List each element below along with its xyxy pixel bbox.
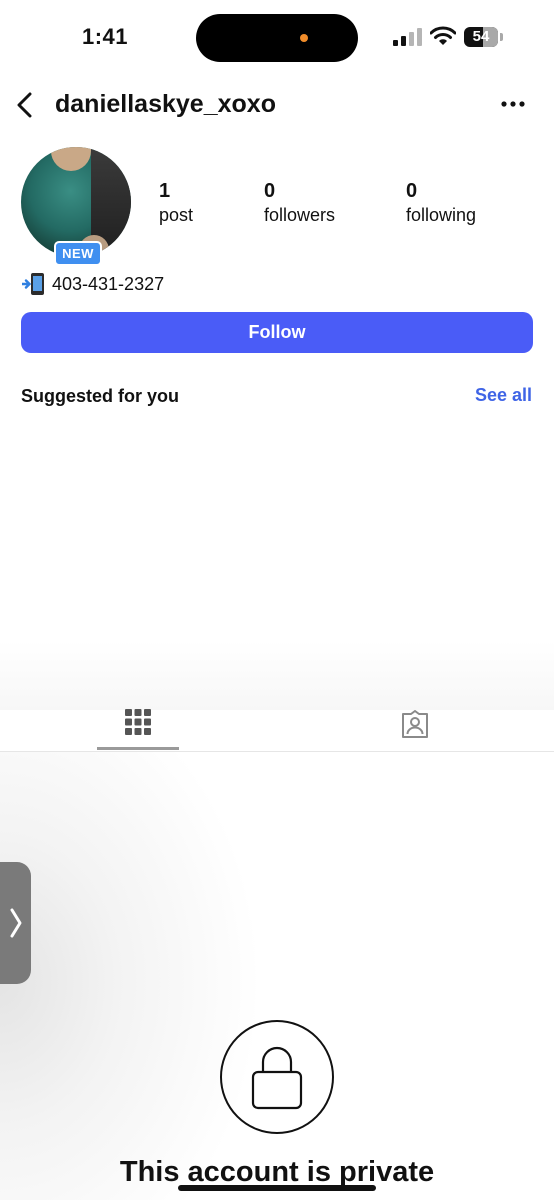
- stat-followers-label: followers: [264, 205, 336, 225]
- more-options-icon[interactable]: [500, 96, 526, 112]
- stat-following[interactable]: 0 following: [406, 180, 476, 226]
- stat-posts-label: post: [159, 205, 194, 225]
- profile-bio: 403-431-2327: [22, 272, 164, 296]
- suggested-heading: Suggested for you: [21, 386, 180, 406]
- tab-bar-background: [0, 640, 554, 710]
- back-icon[interactable]: [14, 92, 36, 118]
- battery-level: 54: [472, 28, 490, 45]
- tagged-icon[interactable]: [400, 710, 430, 738]
- home-indicator[interactable]: [178, 1185, 376, 1191]
- battery-icon: 54: [464, 27, 503, 47]
- cellular-signal-icon: [393, 28, 422, 46]
- profile-username: daniellaskye_xoxo: [55, 90, 276, 118]
- stat-following-value: 0: [406, 180, 418, 202]
- see-all-link[interactable]: See all: [475, 385, 532, 406]
- grid-icon[interactable]: [125, 709, 151, 735]
- stat-followers[interactable]: 0 followers: [264, 180, 335, 226]
- stat-posts-value: 1: [159, 180, 171, 202]
- wifi-icon: [430, 26, 456, 45]
- stat-posts[interactable]: 1 post: [159, 180, 193, 226]
- new-badge: NEW: [54, 241, 102, 266]
- stat-followers-value: 0: [264, 180, 276, 202]
- bio-phone-text: 403-431-2327: [52, 273, 165, 294]
- mobile-phone-arrow-icon: [22, 273, 44, 295]
- dynamic-island: [196, 14, 358, 62]
- chevron-right-icon: [10, 908, 22, 938]
- active-tab-indicator: [97, 747, 179, 750]
- mic-indicator-dot: [300, 34, 308, 42]
- private-lock-badge: [220, 1020, 334, 1134]
- follow-button[interactable]: Follow: [21, 312, 533, 353]
- status-bar: 1:41 54: [0, 0, 554, 76]
- lock-icon: [251, 1046, 303, 1110]
- status-time: 1:41: [82, 24, 129, 49]
- stat-following-label: following: [406, 205, 477, 225]
- side-panel-handle[interactable]: [0, 862, 31, 984]
